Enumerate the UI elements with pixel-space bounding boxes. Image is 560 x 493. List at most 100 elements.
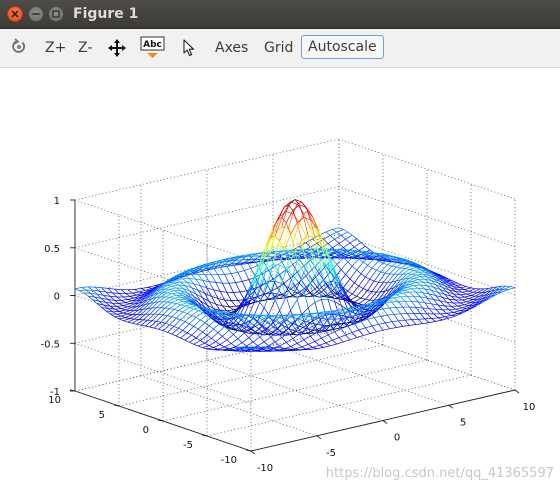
- mesh-segment: [321, 335, 328, 338]
- grid-toggle-button[interactable]: Grid: [262, 36, 295, 60]
- select-pointer-button[interactable]: [181, 38, 197, 62]
- mesh-segment: [170, 295, 177, 297]
- mesh-segment: [167, 302, 171, 303]
- mesh-segment: [326, 343, 330, 346]
- mesh-segment: [429, 309, 433, 314]
- mesh-segment: [304, 283, 311, 290]
- mesh-segment: [409, 292, 413, 296]
- mesh-segment: [185, 335, 192, 340]
- mesh-segment: [170, 288, 177, 289]
- mesh-segment: [458, 297, 462, 300]
- zoom-out-button[interactable]: Z-: [76, 36, 94, 60]
- mesh-segment: [222, 306, 229, 307]
- mesh-segment: [181, 338, 185, 340]
- autoscale-button[interactable]: Autoscale: [301, 35, 384, 59]
- mesh-segment: [313, 345, 320, 347]
- mesh-segment: [363, 279, 370, 288]
- mesh-segment: [132, 323, 136, 324]
- mesh-segment: [392, 302, 396, 307]
- close-window-button[interactable]: [7, 6, 23, 22]
- x-tick-label: 0: [394, 433, 400, 444]
- mesh-segment: [462, 299, 469, 300]
- mesh-segment: [374, 281, 378, 282]
- mesh-segment: [255, 315, 262, 316]
- mesh-segment: [354, 324, 358, 331]
- mesh-segment: [319, 345, 323, 347]
- mesh-segment: [172, 300, 179, 303]
- mesh-segment: [178, 311, 182, 312]
- mesh-segment: [330, 344, 337, 346]
- mesh-segment: [317, 347, 324, 348]
- mesh-segment: [240, 323, 244, 325]
- mesh-segment: [352, 286, 359, 294]
- mesh-segment: [189, 308, 193, 310]
- mesh-segment: [165, 294, 172, 297]
- mesh-segment: [335, 239, 339, 243]
- mesh-segment: [464, 296, 471, 298]
- mesh-segment: [172, 317, 176, 318]
- mesh-segment: [214, 345, 221, 348]
- y-tick-label: 0: [143, 425, 149, 436]
- mesh-segment: [348, 262, 352, 266]
- mesh-segment: [189, 279, 196, 280]
- mesh-segment: [233, 265, 237, 272]
- mesh-segment: [238, 339, 242, 343]
- mesh-segment: [359, 330, 363, 336]
- mesh-segment: [249, 321, 256, 326]
- rotate-button[interactable]: [10, 37, 28, 61]
- mesh-segment: [332, 259, 336, 264]
- mesh-segment: [409, 325, 416, 326]
- mesh-segment: [295, 283, 299, 292]
- y-tick-label: -10: [221, 455, 237, 466]
- mesh-segment: [449, 309, 456, 310]
- mesh-segment: [352, 235, 356, 239]
- mesh-segment: [412, 320, 416, 325]
- surface-plot[interactable]: -10-505101050-5-1010.50-0.5-1: [0, 68, 560, 489]
- minimize-window-button[interactable]: [28, 6, 44, 22]
- mesh-segment: [299, 205, 303, 218]
- mesh-segment: [277, 271, 281, 283]
- mesh-segment: [231, 274, 235, 283]
- mesh-segment: [126, 315, 133, 318]
- mesh-segment: [115, 317, 119, 319]
- mesh-segment: [392, 266, 396, 267]
- mesh-segment: [508, 288, 515, 290]
- axes-toggle-button[interactable]: Axes: [213, 36, 250, 60]
- mesh-segment: [361, 291, 368, 299]
- mesh-segment: [183, 330, 187, 332]
- mesh-segment: [229, 283, 236, 284]
- mesh-segment: [200, 269, 207, 270]
- zoom-in-button[interactable]: Z+: [43, 36, 68, 60]
- mesh-segment: [236, 283, 240, 292]
- mesh-segment: [238, 272, 242, 281]
- mesh-segment: [396, 307, 400, 313]
- mesh-segment: [244, 268, 251, 270]
- mesh-segment: [379, 261, 383, 263]
- mesh-segment: [361, 274, 365, 277]
- mesh-segment: [214, 268, 218, 274]
- plot-area[interactable]: -10-505101050-5-1010.50-0.5-1 https://bl…: [0, 68, 560, 489]
- mesh-segment: [156, 321, 160, 322]
- mesh-segment: [376, 310, 380, 316]
- mesh-segment: [211, 338, 215, 341]
- text-annotation-button[interactable]: Abc: [140, 36, 166, 60]
- mesh-segment: [310, 349, 317, 350]
- floor-gridline: [163, 360, 427, 421]
- mesh-segment: [284, 229, 288, 247]
- mesh-segment: [176, 280, 180, 282]
- mesh-segment: [196, 332, 203, 338]
- mesh-segment: [469, 289, 476, 292]
- mesh-segment: [121, 300, 128, 301]
- mesh-segment: [407, 314, 411, 320]
- mesh-segment: [214, 268, 221, 269]
- mesh-segment: [390, 328, 397, 329]
- mesh-segment: [409, 268, 416, 270]
- mesh-segment: [227, 340, 231, 344]
- pan-button[interactable]: [107, 38, 127, 62]
- floor-gridline: [141, 376, 317, 436]
- mesh-segment: [414, 296, 421, 297]
- mesh-segment: [348, 232, 352, 235]
- mesh-segment: [174, 305, 181, 310]
- mesh-segment: [218, 327, 225, 333]
- maximize-window-button[interactable]: [48, 6, 64, 22]
